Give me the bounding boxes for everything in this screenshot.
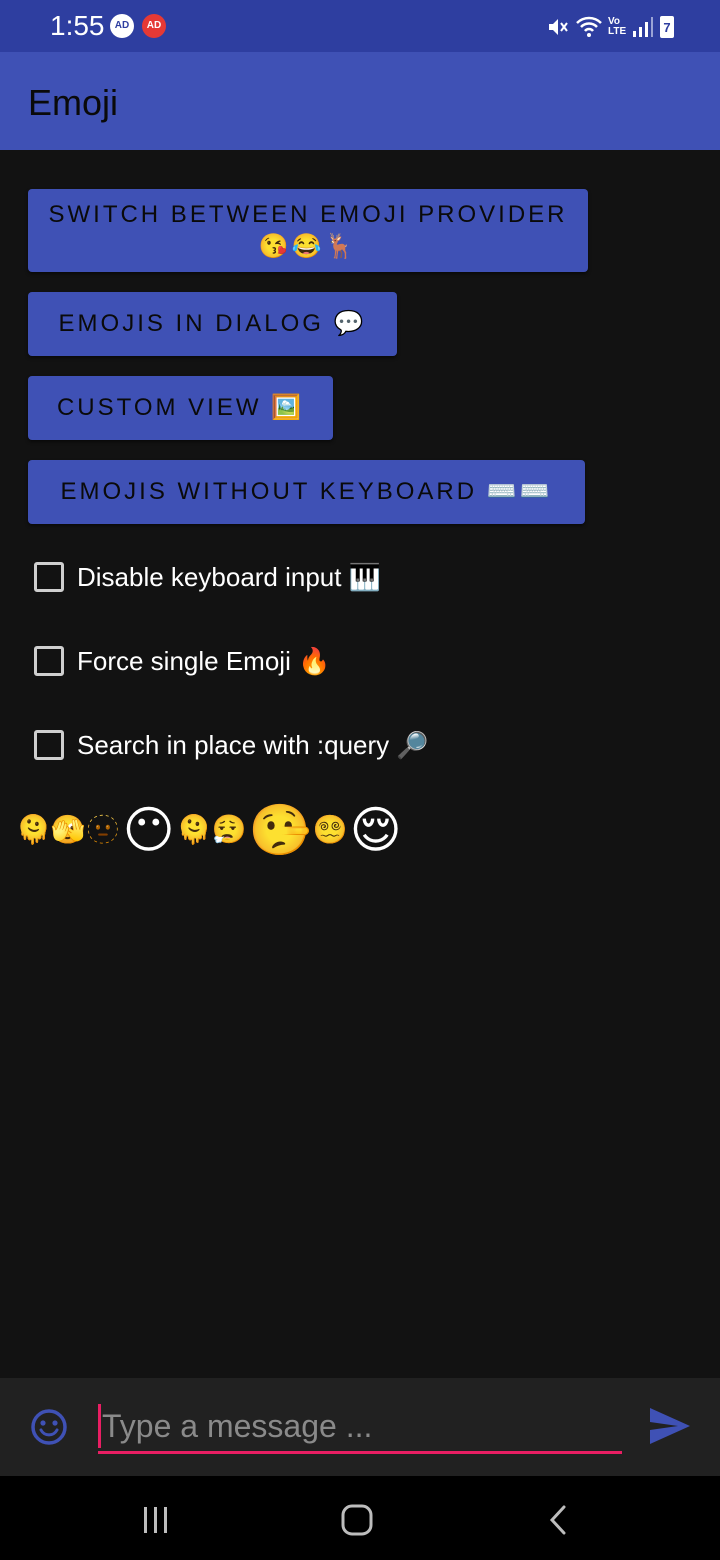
emoji-group-3: 😵‍💫 [312, 814, 348, 845]
ad-blocker-icon: AD [110, 14, 134, 38]
emojis-in-dialog-button[interactable]: EMOJIS IN DIALOG 💬 [28, 292, 397, 356]
battery-level: 7 [663, 19, 671, 35]
search-in-place-label[interactable]: Search in place with :query 🔎 [77, 730, 429, 761]
send-icon[interactable] [648, 1406, 692, 1446]
ad-blocker-alert-icon: AD [142, 14, 166, 38]
back-icon[interactable] [538, 1500, 578, 1540]
emoji-large-3: 😌 [349, 802, 402, 858]
status-icons: Vo LTE 7 [546, 14, 674, 40]
search-in-place-option[interactable]: Search in place with :query 🔎 [34, 725, 429, 765]
emoji-smile-icon[interactable] [30, 1408, 68, 1446]
navigation-bar [0, 1476, 720, 1560]
force-single-emoji-label[interactable]: Force single Emoji 🔥 [77, 646, 330, 677]
signal-icon [633, 17, 653, 37]
message-input[interactable] [98, 1402, 622, 1454]
force-single-emoji-option[interactable]: Force single Emoji 🔥 [34, 641, 330, 681]
emoji-group-2: 🫠😮‍💨 [176, 814, 247, 845]
mute-icon [549, 19, 568, 35]
home-icon[interactable] [337, 1500, 377, 1540]
force-single-emoji-checkbox[interactable] [34, 646, 64, 676]
disable-keyboard-input-checkbox[interactable] [34, 562, 64, 592]
app-bar: Emoji [0, 52, 720, 150]
disable-keyboard-input-label[interactable]: Disable keyboard input 🎹 [77, 562, 381, 593]
volte-label: Vo LTE [608, 16, 627, 37]
emoji-large-1: 😶 [122, 802, 175, 858]
status-time: 1:55 [50, 10, 105, 41]
recent-apps-icon[interactable] [136, 1500, 176, 1540]
battery-icon: 7 [660, 16, 674, 38]
emojis-without-keyboard-button[interactable]: EMOJIS WITHOUT KEYBOARD ⌨️⌨️ [28, 460, 585, 524]
switch-emoji-provider-button[interactable]: SWITCH BETWEEN EMOJI PROVIDER 😘😂🦌 [28, 189, 588, 272]
disable-keyboard-input-option[interactable]: Disable keyboard input 🎹 [34, 557, 381, 597]
emoji-group-1: 🫠🫣🫥 [16, 814, 121, 845]
wifi-icon [576, 16, 602, 37]
text-cursor [98, 1404, 101, 1448]
message-input-bar [0, 1378, 720, 1476]
emoji-large-2: 🤥 [248, 802, 311, 858]
search-in-place-checkbox[interactable] [34, 730, 64, 760]
status-bar: 1:55 AD AD Vo LTE 7 [0, 0, 720, 52]
custom-view-button[interactable]: CUSTOM VIEW 🖼️ [28, 376, 333, 440]
page-title: Emoji [28, 82, 119, 123]
emoji-text-preview: 🫠🫣🫥 😶 🫠😮‍💨 🤥 😵‍💫 😌 [16, 800, 402, 860]
